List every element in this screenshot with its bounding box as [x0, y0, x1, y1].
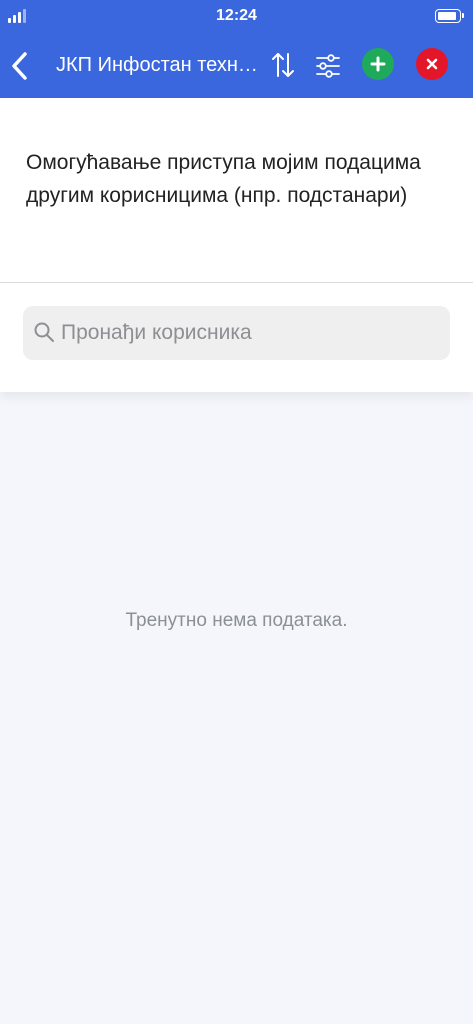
- divider: [0, 282, 473, 283]
- add-button[interactable]: [362, 48, 394, 80]
- search-bar[interactable]: [23, 306, 450, 360]
- battery-level: [438, 12, 456, 20]
- chevron-left-icon: [12, 52, 27, 80]
- empty-state-message: Тренутно нема података.: [125, 610, 348, 631]
- section-heading: Омогућавање приступа мојим подацима друг…: [26, 151, 421, 207]
- sort-button[interactable]: [270, 50, 296, 80]
- sliders-icon: [316, 54, 340, 78]
- search-input[interactable]: [61, 306, 441, 360]
- sort-arrows-icon: [272, 53, 294, 77]
- close-button[interactable]: [416, 48, 448, 80]
- status-time: 12:24: [216, 7, 257, 24]
- header-card: Омогућавање приступа мојим подацима друг…: [0, 98, 473, 392]
- filter-button[interactable]: [314, 52, 342, 80]
- navigation-bar: ЈКП Инфостан техно…: [0, 34, 473, 98]
- search-icon: [34, 322, 54, 342]
- page-title: ЈКП Инфостан техно…: [56, 54, 264, 76]
- status-bar: 12:24: [0, 0, 473, 34]
- plus-icon: [370, 56, 386, 72]
- x-icon: [426, 58, 438, 70]
- battery-icon: [435, 9, 464, 23]
- back-button[interactable]: [8, 48, 32, 84]
